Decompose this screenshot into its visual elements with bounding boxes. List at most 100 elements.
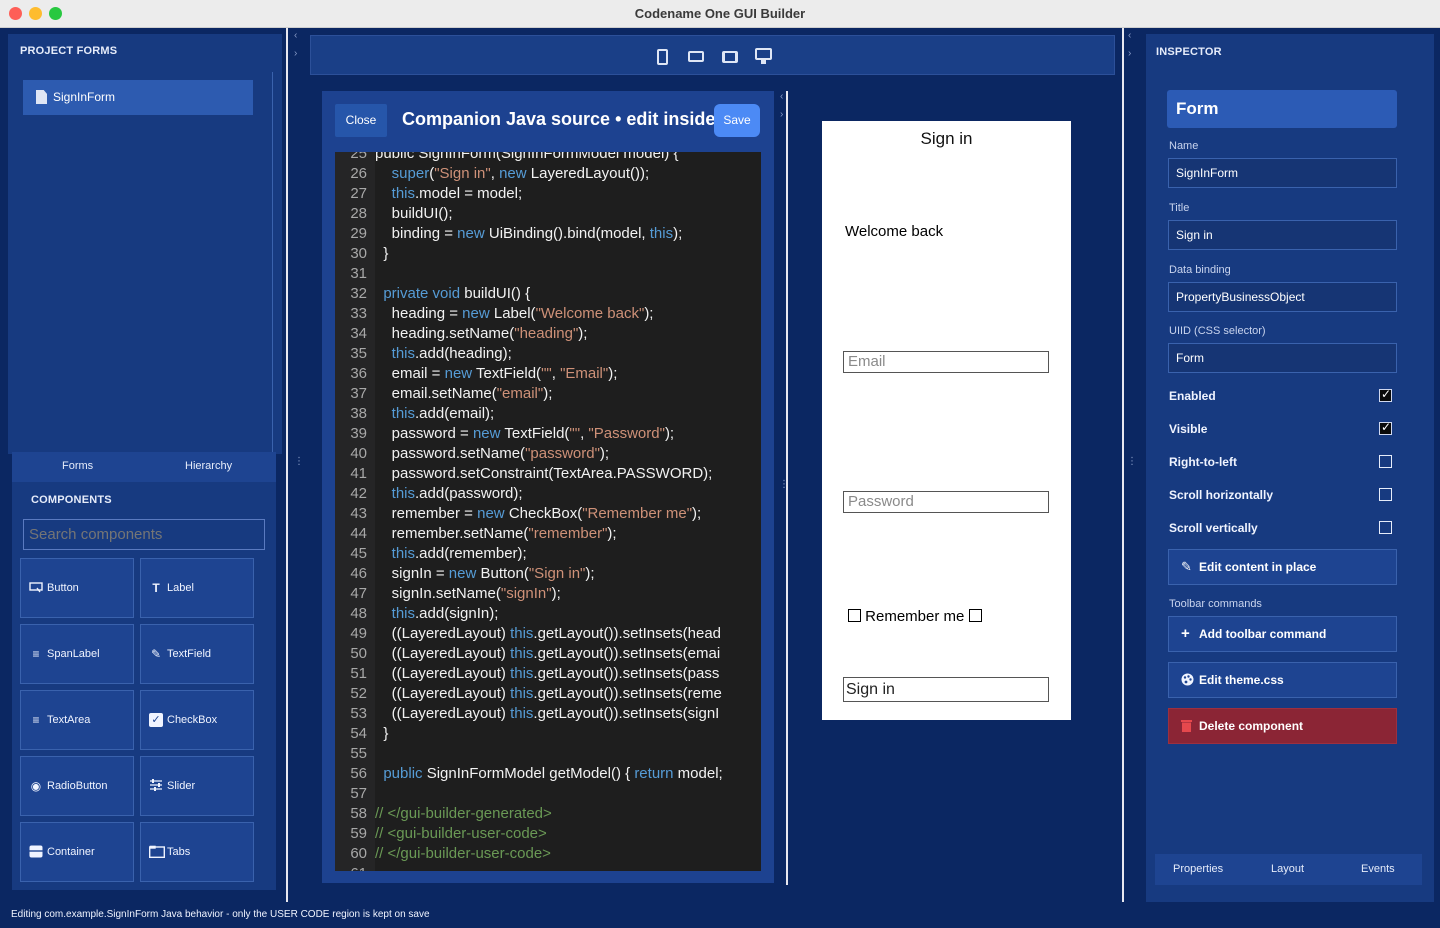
code-text[interactable]: ((LayeredLayout) this.getLayout()).setIn… bbox=[375, 684, 722, 704]
code-line[interactable]: 43 remember = new CheckBox("Remember me"… bbox=[335, 504, 761, 524]
code-text[interactable]: public SignInForm(SignInFormModel model)… bbox=[375, 152, 678, 164]
chevron-left-icon[interactable]: ‹ bbox=[294, 30, 297, 41]
code-text[interactable]: heading = new Label("Welcome back"); bbox=[375, 304, 654, 324]
code-line[interactable]: 40 password.setName("password"); bbox=[335, 444, 761, 464]
code-line[interactable]: 41 password.setConstraint(TextArea.PASSW… bbox=[335, 464, 761, 484]
save-button[interactable]: Save bbox=[714, 104, 760, 137]
code-text[interactable]: this.add(password); bbox=[375, 484, 523, 504]
checkbox-box[interactable] bbox=[968, 609, 982, 622]
code-line[interactable]: 39 password = new TextField("", "Passwor… bbox=[335, 424, 761, 444]
code-text[interactable]: this.model = model; bbox=[375, 184, 522, 204]
code-line[interactable]: 54 } bbox=[335, 724, 761, 744]
code-line[interactable]: 25 public SignInForm(SignInFormModel mode… bbox=[335, 152, 761, 164]
code-line[interactable]: 61 bbox=[335, 864, 761, 871]
scroll-vertically-checkbox[interactable] bbox=[1379, 521, 1392, 534]
chevron-right-icon[interactable]: › bbox=[294, 48, 297, 59]
code-text[interactable]: binding = new UiBinding().bind(model, th… bbox=[375, 224, 683, 244]
code-line[interactable]: 31 bbox=[335, 264, 761, 284]
component-radiobutton[interactable]: ◉ RadioButton bbox=[20, 756, 134, 816]
code-line[interactable]: 50 ((LayeredLayout) this.getLayout()).se… bbox=[335, 644, 761, 664]
right-splitter[interactable] bbox=[1122, 28, 1124, 902]
code-line[interactable]: 38 this.add(email); bbox=[335, 404, 761, 424]
code-line[interactable]: 27 this.model = model; bbox=[335, 184, 761, 204]
right-collapse-gutter[interactable]: ‹ › ⋮ bbox=[1125, 28, 1143, 902]
code-text[interactable]: ((LayeredLayout) this.getLayout()).setIn… bbox=[375, 644, 721, 664]
enabled-checkbox[interactable] bbox=[1379, 387, 1392, 402]
preview-email-field[interactable]: Email bbox=[843, 351, 1049, 373]
component-slider[interactable]: Slider bbox=[140, 756, 254, 816]
tab-events[interactable]: Events bbox=[1361, 863, 1395, 875]
tab-layout[interactable]: Layout bbox=[1271, 863, 1304, 875]
code-text[interactable]: signIn = new Button("Sign in"); bbox=[375, 564, 595, 584]
left-splitter[interactable] bbox=[286, 28, 288, 902]
name-field[interactable]: SignInForm bbox=[1168, 158, 1397, 188]
code-line[interactable]: 59 // <gui-builder-user-code> bbox=[335, 824, 761, 844]
code-text[interactable]: this.add(signIn); bbox=[375, 604, 499, 624]
preview-signin-button[interactable]: Sign in bbox=[843, 677, 1049, 702]
code-line[interactable]: 26 super("Sign in", new LayeredLayout())… bbox=[335, 164, 761, 184]
code-line[interactable]: 45 this.add(remember); bbox=[335, 544, 761, 564]
chevron-left-icon[interactable]: ‹ bbox=[780, 91, 783, 102]
search-components-input[interactable] bbox=[23, 519, 265, 550]
delete-component-button[interactable]: Delete component bbox=[1168, 708, 1397, 744]
chevron-left-icon[interactable]: ‹ bbox=[1128, 30, 1131, 41]
code-line[interactable]: 52 ((LayeredLayout) this.getLayout()).se… bbox=[335, 684, 761, 704]
component-checkbox[interactable]: ✓ CheckBox bbox=[140, 690, 254, 750]
checkbox-box[interactable] bbox=[848, 609, 861, 622]
code-text[interactable]: password.setConstraint(TextArea.PASSWORD… bbox=[375, 464, 713, 484]
code-text[interactable]: this.add(email); bbox=[375, 404, 495, 424]
code-line[interactable]: 53 ((LayeredLayout) this.getLayout()).se… bbox=[335, 704, 761, 724]
code-text[interactable]: password.setName("password"); bbox=[375, 444, 609, 464]
uiid-field[interactable]: Form bbox=[1168, 343, 1397, 373]
edit-content-button[interactable]: ✎ Edit content in place bbox=[1168, 549, 1397, 585]
chevron-right-icon[interactable]: › bbox=[780, 109, 783, 120]
code-line[interactable]: 55 bbox=[335, 744, 761, 764]
tab-properties[interactable]: Properties bbox=[1173, 863, 1223, 875]
code-line[interactable]: 28 buildUI(); bbox=[335, 204, 761, 224]
code-text[interactable]: email = new TextField("", "Email"); bbox=[375, 364, 618, 384]
drag-handle-icon[interactable]: ⋮ bbox=[1127, 456, 1137, 467]
tablet-icon[interactable] bbox=[722, 51, 738, 63]
tab-forms[interactable]: Forms bbox=[62, 460, 93, 472]
chevron-right-icon[interactable]: › bbox=[1128, 48, 1131, 59]
preview-password-field[interactable]: Password bbox=[843, 491, 1049, 513]
code-line[interactable]: 33 heading = new Label("Welcome back"); bbox=[335, 304, 761, 324]
code-text[interactable]: ((LayeredLayout) this.getLayout()).setIn… bbox=[375, 664, 720, 684]
tab-hierarchy[interactable]: Hierarchy bbox=[185, 460, 232, 472]
code-line[interactable]: 58 // </gui-builder-generated> bbox=[335, 804, 761, 824]
close-button[interactable]: Close bbox=[335, 104, 387, 137]
code-text[interactable]: } bbox=[375, 724, 388, 744]
form-item-signinform[interactable]: SignInForm bbox=[23, 80, 253, 115]
code-text[interactable]: super("Sign in", new LayeredLayout()); bbox=[375, 164, 650, 184]
code-text[interactable]: this.add(remember); bbox=[375, 544, 527, 564]
edit-theme-button[interactable]: Edit theme.css bbox=[1168, 662, 1397, 698]
code-text[interactable]: buildUI(); bbox=[375, 204, 453, 224]
visible-checkbox[interactable] bbox=[1379, 420, 1392, 435]
code-text[interactable]: ((LayeredLayout) this.getLayout()).setIn… bbox=[375, 704, 720, 724]
code-line[interactable]: 44 remember.setName("remember"); bbox=[335, 524, 761, 544]
code-line[interactable]: 49 ((LayeredLayout) this.getLayout()).se… bbox=[335, 624, 761, 644]
add-toolbar-command-button[interactable]: + Add toolbar command bbox=[1168, 616, 1397, 652]
left-collapse-gutter[interactable]: ‹ › ⋮ bbox=[289, 28, 309, 902]
preview-remember-checkbox[interactable]: Remember me bbox=[848, 608, 982, 625]
component-textfield[interactable]: ✎ TextField bbox=[140, 624, 254, 684]
code-line[interactable]: 57 bbox=[335, 784, 761, 804]
code-line[interactable]: 48 this.add(signIn); bbox=[335, 604, 761, 624]
code-line[interactable]: 36 email = new TextField("", "Email"); bbox=[335, 364, 761, 384]
code-line[interactable]: 56 public SignInFormModel getModel() { r… bbox=[335, 764, 761, 784]
code-line[interactable]: 30 } bbox=[335, 244, 761, 264]
code-text[interactable]: } bbox=[375, 244, 388, 264]
title-field[interactable]: Sign in bbox=[1168, 220, 1397, 250]
desktop-icon[interactable] bbox=[755, 48, 772, 60]
code-line[interactable]: 32 private void buildUI() { bbox=[335, 284, 761, 304]
code-text[interactable]: remember.setName("remember"); bbox=[375, 524, 617, 544]
code-line[interactable]: 42 this.add(password); bbox=[335, 484, 761, 504]
component-tabs[interactable]: Tabs bbox=[140, 822, 254, 882]
forms-scrollbar[interactable] bbox=[272, 72, 273, 452]
code-text[interactable]: email.setName("email"); bbox=[375, 384, 553, 404]
code-line[interactable]: 37 email.setName("email"); bbox=[335, 384, 761, 404]
code-text[interactable]: signIn.setName("signIn"); bbox=[375, 584, 561, 604]
code-line[interactable]: 29 binding = new UiBinding().bind(model,… bbox=[335, 224, 761, 244]
code-line[interactable]: 60 // </gui-builder-user-code> bbox=[335, 844, 761, 864]
code-line[interactable]: 35 this.add(heading); bbox=[335, 344, 761, 364]
